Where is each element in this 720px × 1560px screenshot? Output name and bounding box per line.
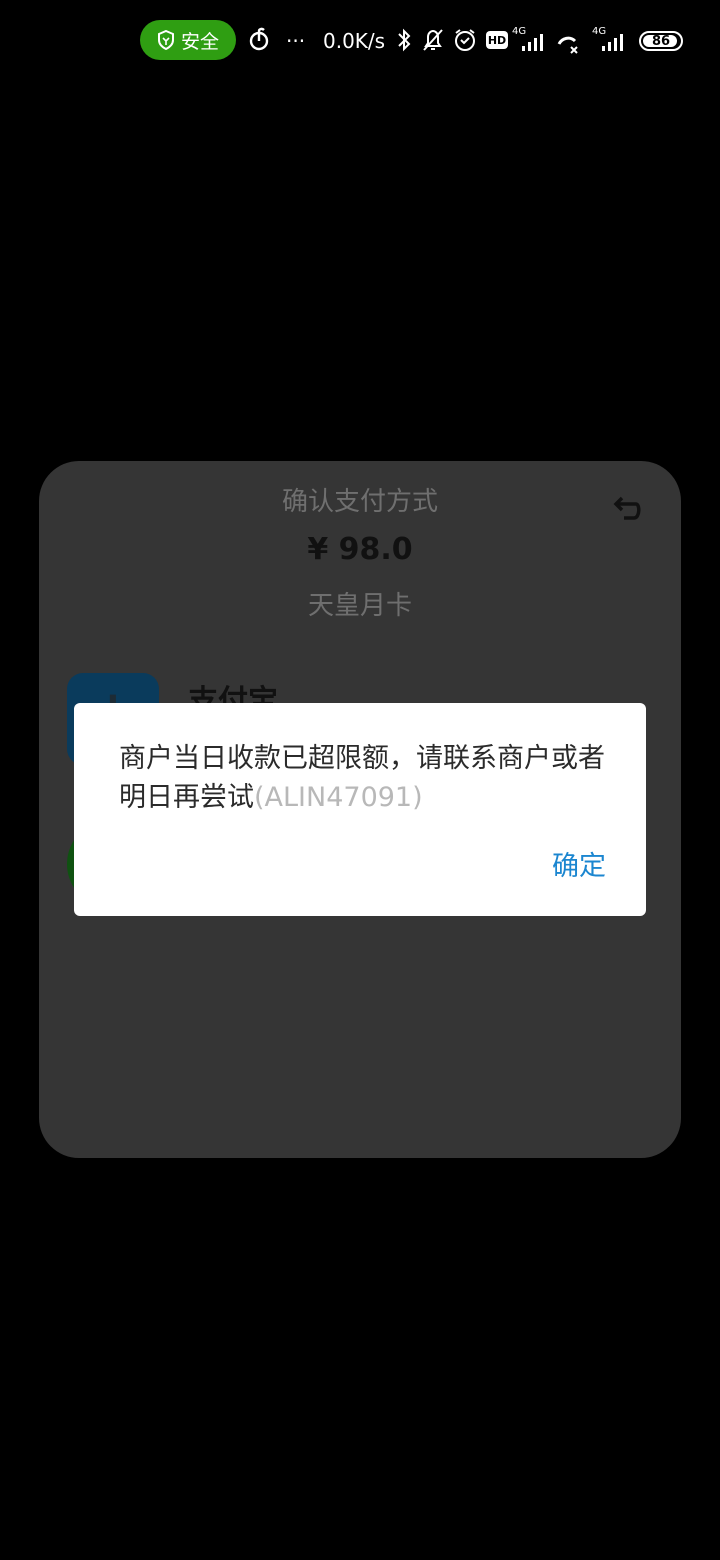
dialog-error-code: (ALIN47091) xyxy=(254,782,423,813)
signal-bars xyxy=(522,34,543,51)
screen: 安全 ··· 0.0K/s HD 4G 4G 86 确认支付方式 ¥ 98.0 … xyxy=(0,0,720,1560)
signal-icon-2: 4G xyxy=(590,26,630,52)
status-bar: 安全 ··· 0.0K/s HD 4G 4G 86 xyxy=(0,0,720,82)
bluetooth-icon xyxy=(398,28,411,52)
battery-level: 86 xyxy=(651,33,671,49)
more-dots: ··· xyxy=(286,29,306,53)
security-label: 安全 xyxy=(180,30,219,53)
error-dialog: 商户当日收款已超限额，请联系商户或者明日再尝试(ALIN47091) 确定 xyxy=(74,703,646,916)
dialog-message: 商户当日收款已超限额，请联系商户或者明日再尝试(ALIN47091) xyxy=(119,739,609,817)
shield-icon xyxy=(157,30,174,50)
signal-icon: 4G xyxy=(512,26,548,52)
hd-icon: HD xyxy=(486,31,508,49)
missed-call-icon xyxy=(557,36,578,54)
battery-icon: 86 xyxy=(639,31,683,51)
alarm-icon xyxy=(455,29,475,51)
payment-amount: ¥ 98.0 xyxy=(307,532,413,567)
confirm-button[interactable]: 确定 xyxy=(534,847,624,887)
return-icon[interactable] xyxy=(610,492,644,526)
netease-music-icon xyxy=(249,27,269,51)
payment-sheet-title: 确认支付方式 xyxy=(281,487,438,517)
net-speed: 0.0K/s xyxy=(323,29,386,53)
security-badge[interactable]: 安全 xyxy=(140,20,236,60)
product-name: 天皇月卡 xyxy=(307,591,412,621)
signal-bars-2 xyxy=(602,34,623,51)
bell-off-icon xyxy=(423,29,443,51)
